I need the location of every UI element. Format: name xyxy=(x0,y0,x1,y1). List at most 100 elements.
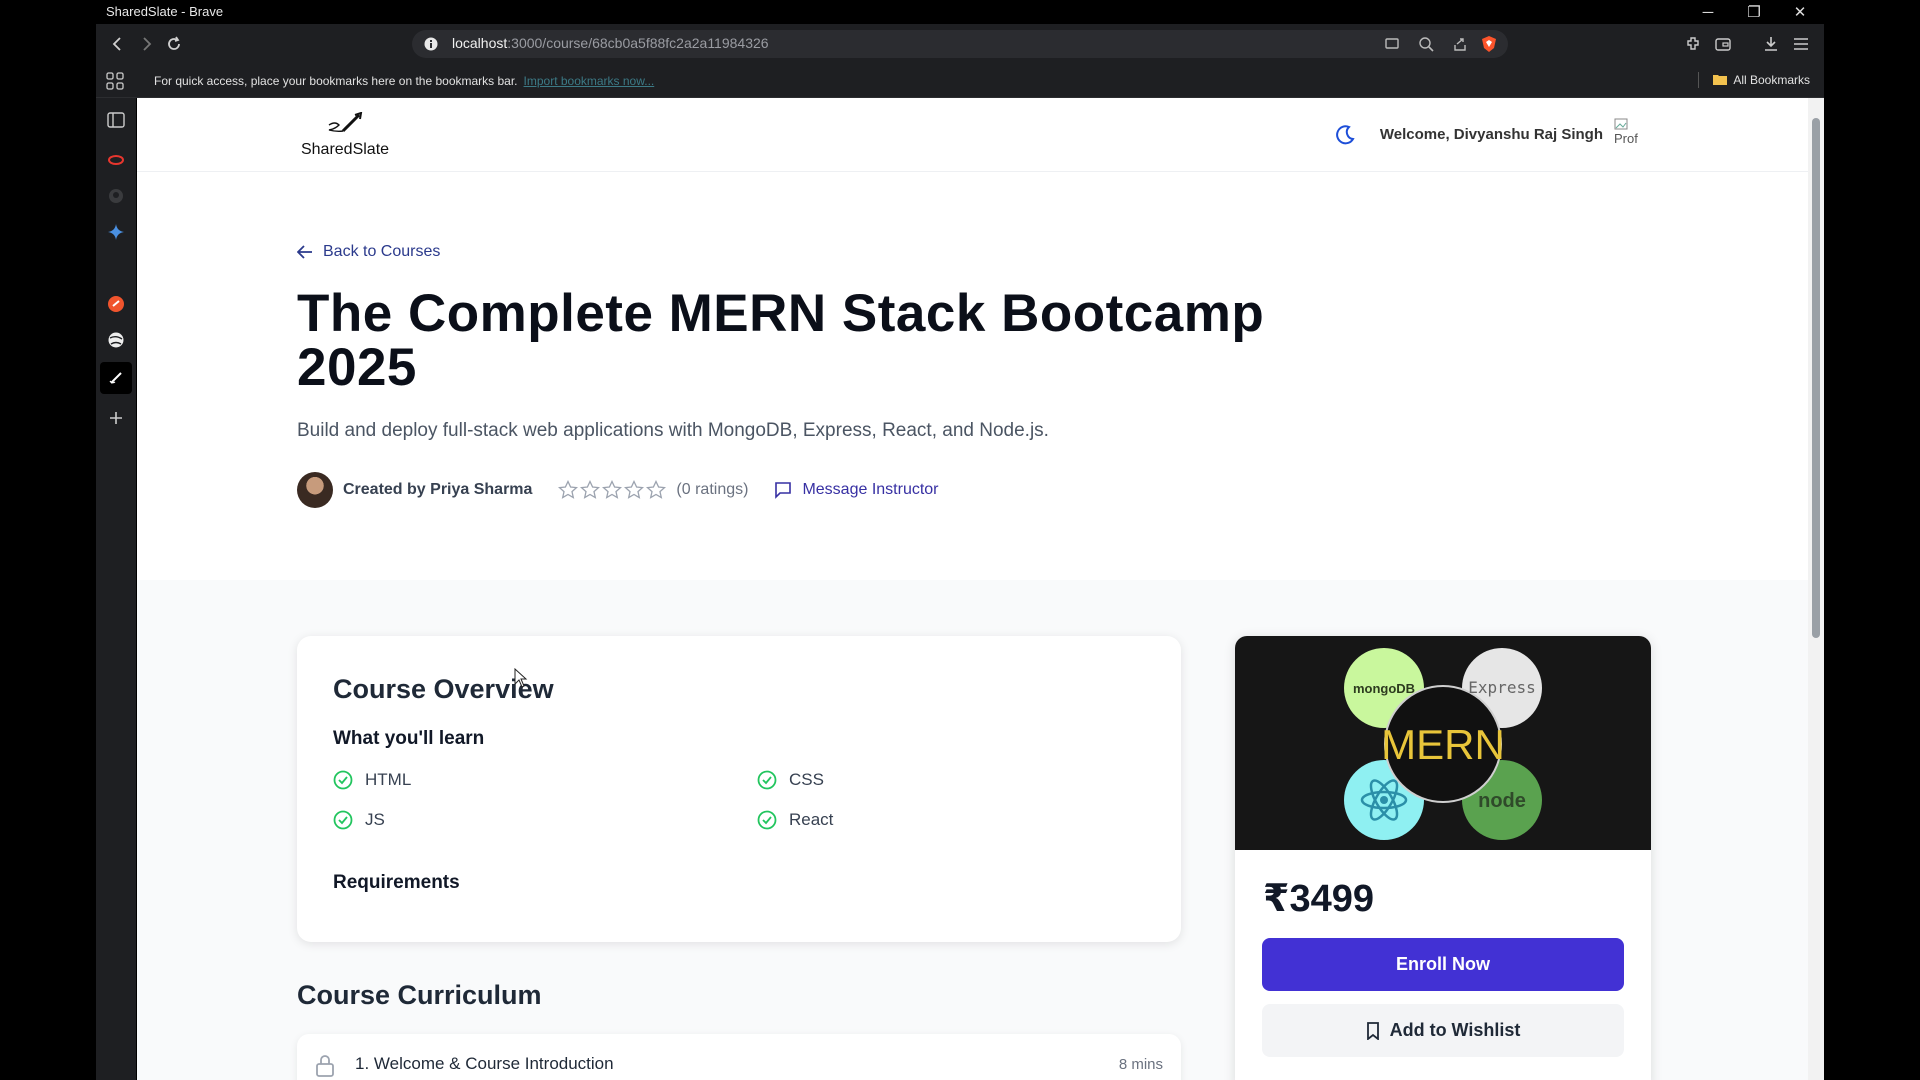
site-logo[interactable]: SharedSlate xyxy=(297,111,393,159)
instructor-avatar xyxy=(297,472,333,508)
all-bookmarks-button[interactable]: All Bookmarks xyxy=(1698,72,1810,88)
wallet-icon[interactable] xyxy=(1711,32,1735,56)
download-icon[interactable] xyxy=(1759,32,1783,56)
star-icon xyxy=(646,480,667,499)
back-to-courses-link[interactable]: Back to Courses xyxy=(297,243,440,261)
apps-grid-icon[interactable] xyxy=(106,72,124,95)
sidebar-panel-icon[interactable] xyxy=(104,108,128,132)
learn-item-label: React xyxy=(789,810,834,829)
ratings-count: (0 ratings) xyxy=(676,481,749,498)
express-label: Express xyxy=(1468,678,1535,697)
course-subtitle: Build and deploy full-stack web applicat… xyxy=(297,420,1049,441)
site-info-icon[interactable] xyxy=(424,37,438,56)
learn-item: CSS xyxy=(757,770,824,790)
course-meta: Created by Priya Sharma (0 ratings) Mess… xyxy=(297,472,939,508)
check-circle-icon xyxy=(333,770,353,790)
back-icon[interactable] xyxy=(106,32,130,56)
created-by: Created by Priya Sharma xyxy=(343,481,533,498)
divider xyxy=(1698,72,1700,88)
site-header: SharedSlate Welcome, Divyanshu Raj Singh… xyxy=(137,98,1808,172)
add-to-wishlist-button[interactable]: Add to Wishlist xyxy=(1262,1004,1624,1057)
url-host: localhost xyxy=(452,35,508,51)
reload-icon[interactable] xyxy=(162,32,186,56)
curriculum-title: Course Curriculum xyxy=(297,980,542,1010)
mern-center-label: MERN xyxy=(1381,721,1505,768)
profile-avatar[interactable]: Prof xyxy=(1614,118,1654,152)
scrollbar-thumb[interactable] xyxy=(1812,118,1820,638)
url-path: :3000/course/68cb0a5f88fc2a2a11984326 xyxy=(507,35,769,51)
address-bar[interactable]: localhost:3000/course/68cb0a5f88fc2a2a11… xyxy=(412,30,1508,58)
brave-shields-icon[interactable] xyxy=(1480,35,1498,58)
folder-icon xyxy=(1713,73,1728,88)
zoom-icon[interactable] xyxy=(1418,36,1434,57)
message-label: Message Instructor xyxy=(802,481,939,498)
theme-toggle-icon[interactable] xyxy=(1334,124,1356,151)
close-button[interactable]: ✕ xyxy=(1777,0,1823,24)
menu-icon[interactable] xyxy=(1789,32,1813,56)
check-circle-icon xyxy=(757,810,777,830)
web-page: SharedSlate Welcome, Divyanshu Raj Singh… xyxy=(137,98,1808,1080)
share-icon[interactable] xyxy=(1452,36,1468,57)
lock-icon xyxy=(316,1055,334,1077)
star-icon xyxy=(558,480,579,499)
course-title: The Complete MERN Stack Bootcamp 2025 xyxy=(297,284,1265,397)
browser-window: SharedSlate - Brave ─ ❐ ✕ localhost:3000… xyxy=(0,0,1920,1080)
course-price: ₹3499 xyxy=(1263,878,1374,920)
enroll-now-button[interactable]: Enroll Now xyxy=(1262,938,1624,991)
arrow-left-icon xyxy=(297,245,312,259)
mern-logo-image: MERN mongoDB Express node xyxy=(1344,648,1542,840)
page-scrollbar[interactable] xyxy=(1808,98,1824,1080)
window-title-bar: SharedSlate - Brave xyxy=(96,0,1824,24)
pen-logo-icon xyxy=(328,111,363,133)
window-title: SharedSlate - Brave xyxy=(106,4,224,19)
sharedslate-tab-icon[interactable] xyxy=(100,362,132,394)
lecture-title: 1. Welcome & Course Introduction xyxy=(355,1054,614,1073)
purchase-card: MERN mongoDB Express node ₹3499 Enroll N… xyxy=(1235,636,1651,1080)
app-shortcut-icon[interactable] xyxy=(104,292,128,316)
minimize-button[interactable]: ─ xyxy=(1685,0,1731,24)
restore-button[interactable]: ❐ xyxy=(1731,0,1777,24)
learn-item-label: HTML xyxy=(365,770,412,789)
check-circle-icon xyxy=(333,810,353,830)
back-label: Back to Courses xyxy=(323,243,441,260)
broken-image-icon xyxy=(1614,118,1628,130)
bookmarks-hint: For quick access, place your bookmarks h… xyxy=(154,74,654,88)
course-hero: Back to Courses The Complete MERN Stack … xyxy=(137,172,1808,580)
bookmark-icon xyxy=(1366,1021,1379,1040)
star-icon xyxy=(602,480,623,499)
node-label: node xyxy=(1478,790,1526,812)
extensions-icon[interactable] xyxy=(1681,32,1705,56)
mongo-label: mongoDB xyxy=(1353,681,1415,696)
rating-stars xyxy=(558,480,667,500)
learn-title: What you'll learn xyxy=(333,728,485,749)
url-text[interactable]: localhost:3000/course/68cb0a5f88fc2a2a11… xyxy=(452,35,769,51)
learn-item-label: CSS xyxy=(789,770,824,789)
add-icon[interactable] xyxy=(104,406,128,430)
github-icon[interactable] xyxy=(104,184,128,208)
import-bookmarks-link[interactable]: Import bookmarks now... xyxy=(524,74,655,88)
all-bookmarks-label: All Bookmarks xyxy=(1733,73,1810,87)
welcome-text: Welcome, Divyanshu Raj Singh xyxy=(1379,126,1603,143)
mouse-cursor-icon xyxy=(514,667,528,693)
star-icon xyxy=(624,480,645,499)
star-icon xyxy=(580,480,601,499)
message-instructor-link[interactable]: Message Instructor xyxy=(774,481,939,499)
lecture-duration: 8 mins xyxy=(1118,1056,1163,1073)
learn-item: React xyxy=(757,810,833,830)
bookmarks-prompt: For quick access, place your bookmarks h… xyxy=(154,74,518,88)
gemini-icon[interactable] xyxy=(104,220,128,244)
check-circle-icon xyxy=(757,770,777,790)
logo-name: SharedSlate xyxy=(300,141,390,158)
learn-item-label: JS xyxy=(365,810,385,829)
message-icon xyxy=(775,482,792,499)
lecture-row[interactable]: 1. Welcome & Course Introduction 8 mins xyxy=(297,1034,1181,1080)
learn-item: JS xyxy=(333,810,385,830)
course-overview-card: Course Overview What you'll learn HTML C… xyxy=(297,636,1181,942)
course-thumbnail: MERN mongoDB Express node xyxy=(1235,636,1651,850)
browser-sidebar xyxy=(96,98,136,1080)
globe-icon[interactable] xyxy=(104,328,128,352)
opera-icon[interactable] xyxy=(104,148,128,172)
forward-icon[interactable] xyxy=(134,32,158,56)
learn-item: HTML xyxy=(333,770,411,790)
cast-icon[interactable] xyxy=(1384,36,1400,57)
